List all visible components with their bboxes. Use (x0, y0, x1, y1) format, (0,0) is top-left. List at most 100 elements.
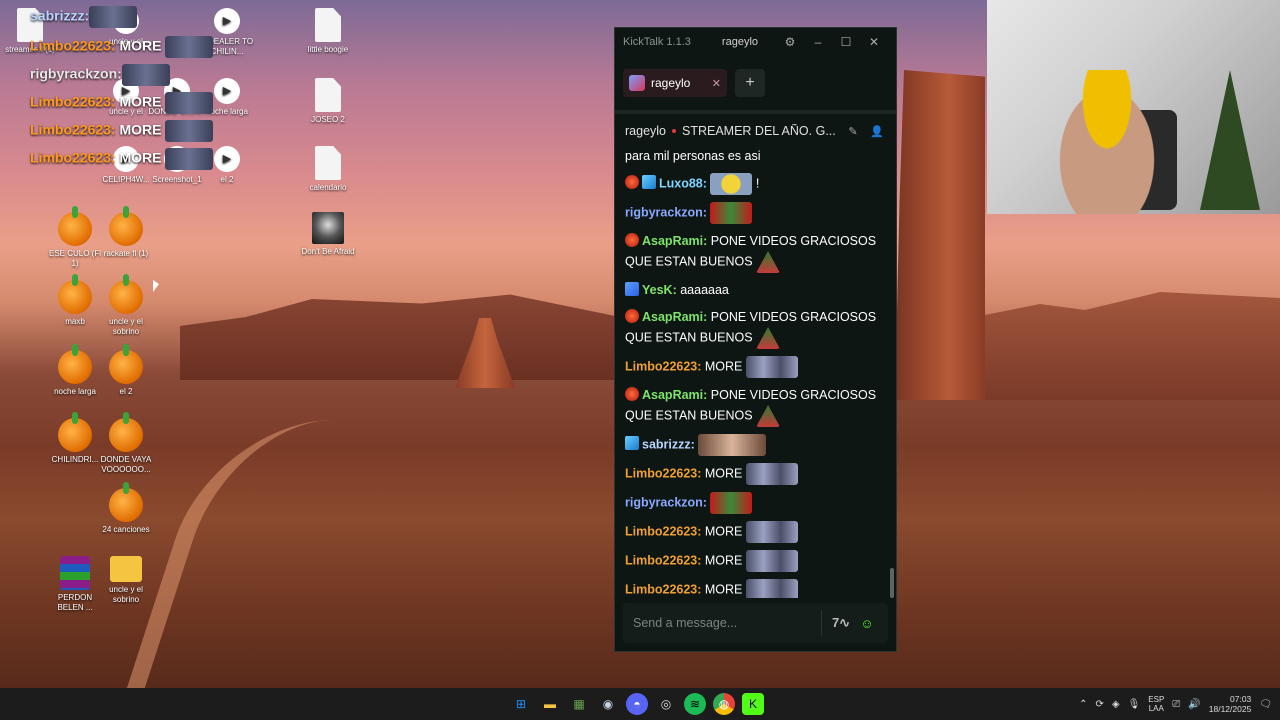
desktop-icon[interactable]: el 2 (96, 344, 156, 397)
landscape-mesa-right (895, 70, 985, 400)
desktop-icon[interactable]: uncle y el sobrino (96, 556, 156, 605)
close-tab-icon[interactable]: ✕ (712, 77, 721, 90)
pin-icon[interactable]: ✎ (844, 125, 862, 138)
gear-icon[interactable]: ⚙ (776, 35, 804, 49)
desktop-icon[interactable]: uncle y el sobrino (96, 274, 156, 337)
clock[interactable]: 07:03 18/12/2025 (1209, 694, 1252, 714)
chat-emote[interactable] (698, 434, 767, 456)
chat-emote[interactable] (745, 550, 798, 572)
tri-badge-icon (625, 282, 639, 296)
chat-emote[interactable] (710, 492, 753, 514)
chat-emote[interactable] (756, 251, 781, 273)
obs-icon[interactable]: ◎ (655, 693, 677, 715)
chat-message: Limbo22623: MORE (625, 521, 880, 543)
chat-text: MORE (701, 466, 746, 481)
folder-file-icon (110, 556, 142, 582)
chat-username[interactable]: Limbo22623: (625, 466, 701, 480)
defender-icon[interactable]: ◈ (1112, 699, 1120, 710)
chat-text: MORE (701, 553, 746, 568)
desktop-icon-label: JOSEO 2 (311, 115, 345, 124)
chat-username[interactable]: Limbo22623: (625, 553, 701, 567)
tab-rageylo[interactable]: rageylo ✕ (623, 69, 727, 97)
notification-icon[interactable]: 🗨 (1259, 699, 1272, 710)
close-icon[interactable]: ✕ (860, 35, 888, 49)
user-icon[interactable]: 👤 (868, 125, 886, 138)
landscape-mesa-far (980, 292, 1280, 400)
desktop-icon-label: 24 canciones (102, 525, 150, 534)
add-tab-button[interactable]: + (735, 69, 765, 97)
chat-username[interactable]: AsapRami: (642, 388, 707, 402)
chat-emote[interactable] (710, 202, 753, 224)
desktop-icon[interactable]: calendario (298, 146, 358, 193)
chat-message: AsapRami: PONE VIDEOS GRACIOSOS QUE ESTA… (625, 385, 880, 427)
7tv-emote-icon[interactable]: 7∿ (828, 610, 854, 636)
chat-username[interactable]: AsapRami: (642, 234, 707, 248)
chat-emote[interactable] (710, 173, 753, 195)
chat-username[interactable]: Limbo22623: (625, 582, 701, 596)
chat-username[interactable]: Limbo22623: (625, 524, 701, 538)
spotify-icon[interactable]: ≋ (684, 693, 706, 715)
microphone-icon[interactable]: 🎙 (1128, 699, 1141, 710)
chat-message: rigbyrackzon: (625, 202, 880, 224)
overlay-text: MORE (115, 93, 166, 110)
chat-username[interactable]: rigbyrackzon: (625, 495, 707, 509)
chat-username[interactable]: Luxo88: (659, 176, 707, 190)
fl-file-icon (109, 412, 143, 452)
file-explorer-icon[interactable]: ▬ (539, 693, 561, 715)
chat-username[interactable]: YesK: (642, 283, 677, 297)
mouse-cursor-icon (153, 280, 159, 292)
overlay-emote (165, 36, 214, 58)
doc-file-icon (315, 146, 341, 180)
desktop-icon[interactable]: 24 canciones (96, 482, 156, 535)
maximize-icon[interactable]: ☐ (832, 35, 860, 49)
title-bar: KickTalk 1.1.3 rageylo ⚙ – ☐ ✕ (615, 28, 896, 56)
desktop-icon[interactable]: rackate fl (1) (96, 206, 156, 259)
fl-file-icon (109, 344, 143, 384)
minecraft-icon[interactable]: ▦ (568, 693, 590, 715)
chat-message: Limbo22623: MORE (625, 356, 880, 378)
kick-icon[interactable]: K (742, 693, 764, 715)
chat-header: rageylo STREAMER DEL AÑO. G... ✎ 👤 (615, 114, 896, 148)
clock-date: 18/12/2025 (1208, 704, 1252, 714)
chrome-icon[interactable]: ◍ (713, 693, 735, 715)
chat-username[interactable]: sabrizzz: (642, 437, 695, 451)
desktop-icon[interactable]: little boogie (298, 8, 358, 55)
network-icon[interactable]: ⎚ (1172, 699, 1180, 710)
discord-icon[interactable]: ◓ (626, 693, 648, 715)
chat-username[interactable]: rigbyrackzon: (625, 205, 707, 219)
chat-scrollbar[interactable] (890, 568, 894, 598)
chevron-up-icon[interactable]: ⌃ (1079, 699, 1087, 710)
steam-icon[interactable]: ◉ (597, 693, 619, 715)
sync-icon[interactable]: ⟳ (1095, 699, 1103, 710)
desktop-icon-label: rackate fl (1) (103, 249, 149, 258)
volume-icon[interactable]: 🔊 (1188, 699, 1200, 710)
overlay-username: sabrizzz: (30, 7, 90, 24)
chat-emote[interactable] (745, 356, 798, 378)
message-input[interactable] (633, 616, 815, 630)
desktop-icon[interactable]: DONDE VAYA VOOOOOO... (96, 412, 156, 475)
desktop-icon[interactable]: JOSEO 2 (298, 78, 358, 125)
desktop-icon[interactable]: Don't Be Afraid (298, 212, 358, 257)
chat-emote[interactable] (756, 327, 781, 349)
blue-badge-icon (642, 175, 656, 190)
chat-username[interactable]: AsapRami: (642, 310, 707, 324)
streamer-name[interactable]: rageylo (625, 124, 666, 138)
start-icon[interactable]: ⊞ (510, 693, 532, 715)
chat-emote[interactable] (745, 579, 798, 598)
overlay-text: MORE (115, 149, 166, 166)
webcam-person (1047, 70, 1167, 214)
doc-file-icon (315, 78, 341, 112)
chat-messages[interactable]: para mil personas es asi Luxo88: ! rigbyr… (615, 146, 890, 598)
minimize-icon[interactable]: – (804, 35, 832, 49)
chat-emote[interactable] (745, 463, 798, 485)
chat-emote[interactable] (756, 405, 781, 427)
red-badge-icon (625, 175, 639, 190)
overlay-chat-line: Limbo22623: MORE (30, 120, 214, 142)
chat-emote[interactable] (745, 521, 798, 543)
chat-text: MORE (701, 359, 746, 374)
kick-emote-icon[interactable]: ☺ (854, 610, 880, 636)
input-divider (821, 610, 822, 636)
title-user[interactable]: rageylo (722, 36, 758, 48)
language-indicator[interactable]: ESP LAA (1148, 695, 1164, 713)
chat-username[interactable]: Limbo22623: (625, 359, 701, 373)
